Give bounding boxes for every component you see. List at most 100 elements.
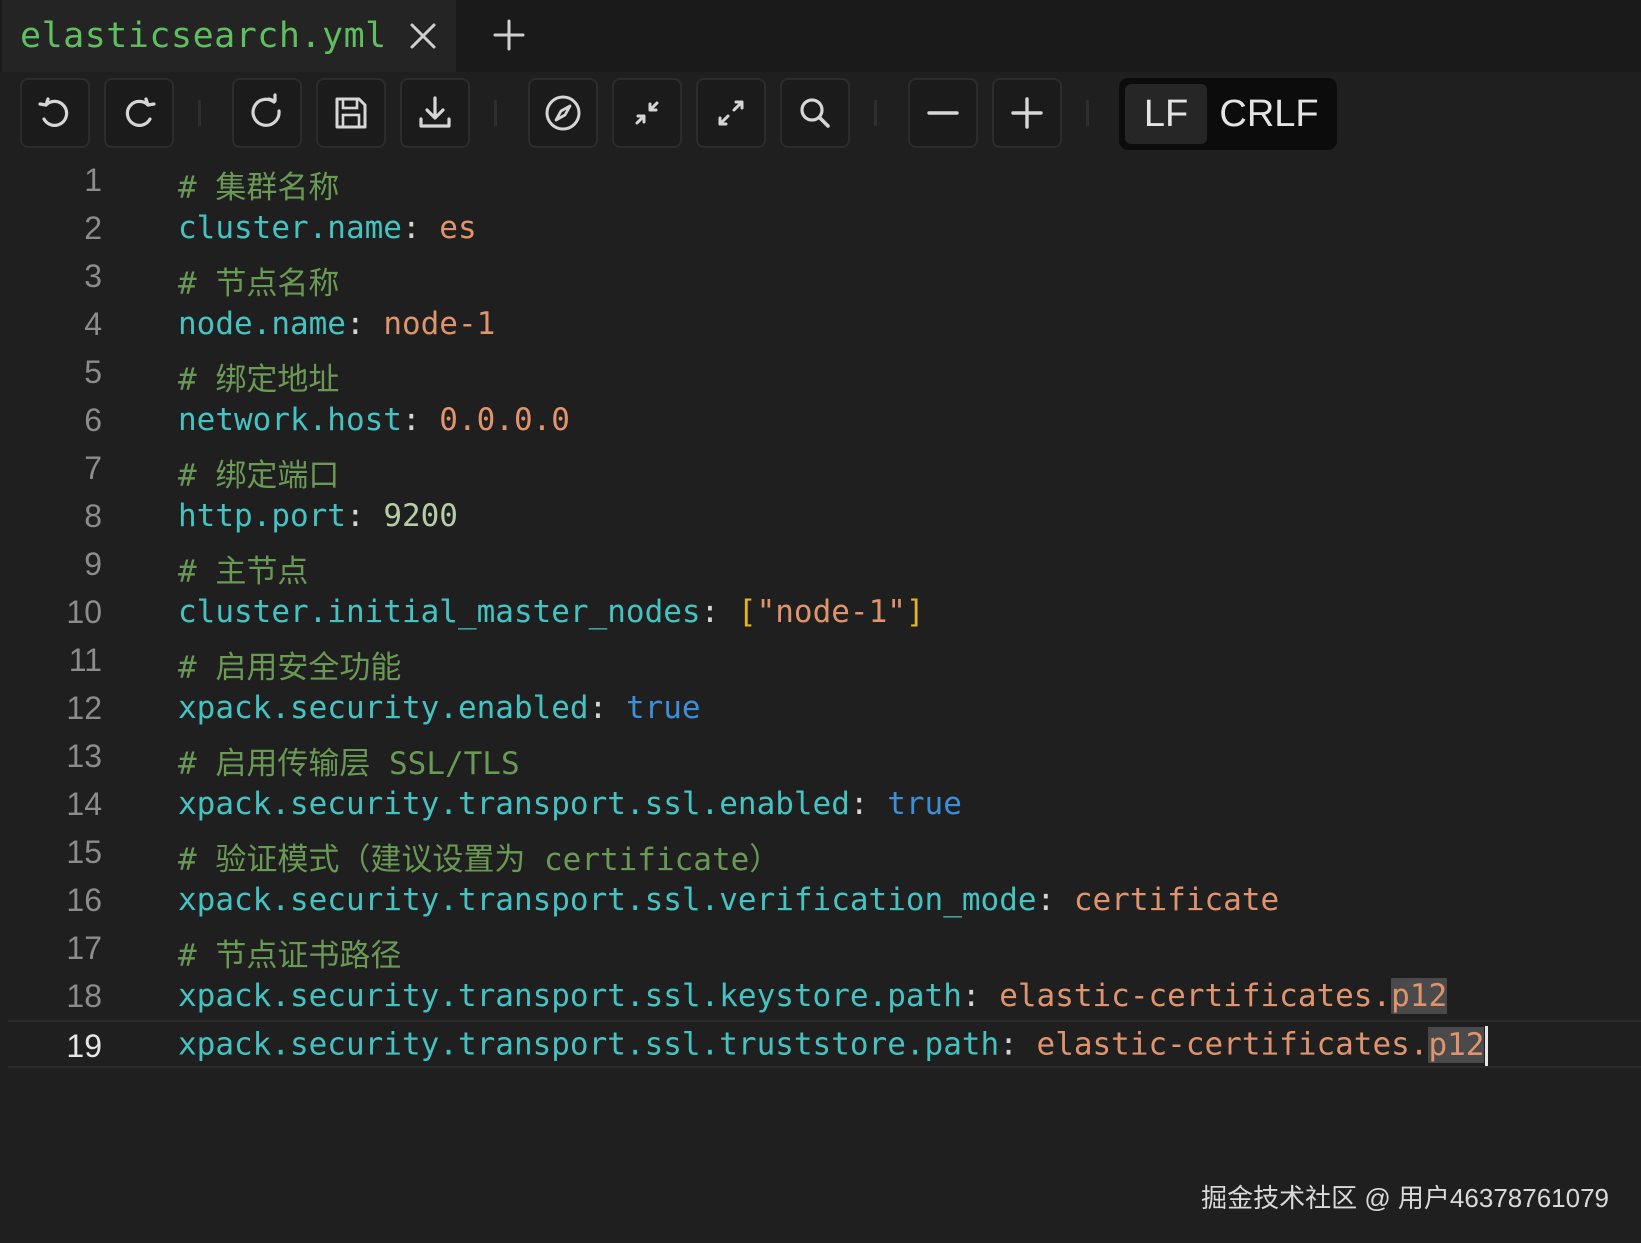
code-line[interactable]: 13 # 启用传输层 SSL/TLS	[0, 732, 1641, 783]
line-number: 13	[66, 738, 102, 774]
collapse-button[interactable]	[612, 78, 682, 148]
line-number: 7	[84, 450, 102, 486]
code-line[interactable]: 2 cluster.name: es	[0, 204, 1641, 252]
code-line[interactable]: 6 network.host: 0.0.0.0	[0, 396, 1641, 444]
yaml-value: 0.0.0.0	[439, 402, 570, 438]
code-line[interactable]: 1 # 集群名称	[0, 156, 1641, 206]
yaml-separator: :	[401, 402, 440, 438]
code-text: cluster.name: es	[178, 210, 477, 246]
save-button[interactable]	[316, 78, 386, 148]
reload-icon	[251, 93, 281, 127]
yaml-key: xpack.security.transport.ssl.truststore.…	[178, 1026, 1000, 1063]
code-line[interactable]: 15 # 验证模式（建议设置为 certificate）	[0, 828, 1641, 878]
yaml-key: xpack.security.transport.ssl.verificatio…	[178, 882, 1037, 918]
yaml-comment: # 启用安全功能	[178, 650, 402, 686]
navigate-button[interactable]	[528, 78, 598, 148]
file-tab-title[interactable]: elasticsearch.yml	[20, 16, 387, 56]
code-line[interactable]: 10 cluster.initial_master_nodes: ["node-1…	[0, 588, 1641, 636]
line-number: 1	[84, 162, 102, 198]
toolbar: LF CRLF	[0, 72, 1641, 154]
redo-button[interactable]	[104, 78, 174, 148]
line-number: 3	[84, 258, 102, 294]
minus-icon	[927, 111, 959, 115]
code-text: xpack.security.transport.ssl.enabled: tr…	[178, 786, 962, 822]
yaml-value: elastic-certificates.	[999, 978, 1392, 1014]
code-editor[interactable]: 1 # 集群名称 2 cluster.name: es 3 # 节点名称 4 node.nam…	[0, 156, 1641, 1076]
code-line[interactable]: 3 # 节点名称	[0, 252, 1641, 302]
line-number: 19	[66, 1028, 102, 1064]
code-text: network.host: 0.0.0.0	[178, 402, 570, 438]
code-line[interactable]: 14 xpack.security.transport.ssl.enabled: …	[0, 780, 1641, 828]
code-line[interactable]: 17 # 节点证书路径	[0, 924, 1641, 975]
plus-icon	[493, 19, 525, 51]
code-line[interactable]: 18 xpack.security.transport.ssl.keystore.…	[0, 972, 1641, 1020]
line-number: 10	[66, 594, 102, 630]
yaml-value: true	[887, 786, 962, 822]
code-text: http.port: 9200	[178, 498, 458, 534]
code-text: # 启用传输层 SSL/TLS	[178, 738, 520, 783]
tab-bar: elasticsearch.yml	[0, 0, 1641, 72]
yaml-value-highlight: p12	[1391, 978, 1448, 1014]
code-text: # 绑定端口	[178, 450, 339, 495]
line-number: 17	[66, 930, 102, 966]
yaml-bracket: ]	[905, 594, 925, 630]
code-text: xpack.security.transport.ssl.truststore.…	[178, 1026, 1489, 1066]
code-text: # 节点证书路径	[178, 930, 401, 975]
yaml-comment: # 节点证书路径	[178, 938, 402, 974]
yaml-value: certificate	[1073, 882, 1280, 918]
line-ending-crlf[interactable]: CRLF	[1207, 84, 1331, 144]
code-line[interactable]: 7 # 绑定端口	[0, 444, 1641, 495]
compass-icon	[545, 95, 581, 131]
collapse-arrows-icon	[635, 101, 659, 125]
yaml-comment: # 验证模式（建议设置为 certificate）	[178, 842, 781, 878]
yaml-separator: :	[345, 306, 384, 342]
save-icon	[335, 97, 367, 129]
search-button[interactable]	[780, 78, 850, 148]
expand-button[interactable]	[696, 78, 766, 148]
yaml-comment: # 集群名称	[178, 170, 340, 206]
yaml-value: 9200	[383, 498, 458, 534]
yaml-value: es	[439, 210, 477, 246]
new-tab-button[interactable]	[488, 14, 530, 56]
code-line[interactable]: 11 # 启用安全功能	[0, 636, 1641, 686]
yaml-comment: # 绑定端口	[178, 458, 340, 494]
yaml-comment: # 主节点	[178, 554, 309, 590]
code-text: node.name: node-1	[178, 306, 495, 342]
yaml-key: xpack.security.transport.ssl.enabled	[178, 786, 850, 822]
line-ending-lf[interactable]: LF	[1125, 84, 1207, 144]
current-code-line[interactable]: 19 xpack.security.transport.ssl.truststor…	[8, 1020, 1641, 1068]
search-icon	[800, 98, 830, 128]
file-tab[interactable]: elasticsearch.yml	[2, 0, 456, 72]
code-line[interactable]: 5 # 绑定地址	[0, 348, 1641, 398]
reload-button[interactable]	[232, 78, 302, 148]
line-number: 2	[84, 210, 102, 246]
code-line[interactable]: 9 # 主节点	[0, 540, 1641, 591]
zoom-out-button[interactable]	[908, 78, 978, 148]
code-text: cluster.initial_master_nodes: ["node-1"]	[178, 594, 925, 630]
yaml-separator: :	[345, 498, 384, 534]
download-button[interactable]	[400, 78, 470, 148]
code-line[interactable]: 12 xpack.security.enabled: true	[0, 684, 1641, 732]
yaml-comment: # 节点名称	[178, 266, 340, 302]
yaml-value: "node-1"	[756, 594, 906, 630]
line-number: 9	[84, 546, 102, 582]
yaml-value: elastic-certificates.	[1036, 1026, 1429, 1063]
code-line[interactable]: 8 http.port: 9200	[0, 492, 1641, 540]
code-text: # 主节点	[178, 546, 308, 591]
watermark: 掘金技术社区 @ 用户46378761079	[1201, 1183, 1609, 1213]
line-number: 6	[84, 402, 102, 438]
code-line[interactable]: 4 node.name: node-1	[0, 300, 1641, 348]
code-line[interactable]: 16 xpack.security.transport.ssl.verificat…	[0, 876, 1641, 924]
expand-arrows-icon	[718, 100, 744, 126]
line-ending-toggle: LF CRLF	[1119, 78, 1337, 150]
line-number: 8	[84, 498, 102, 534]
close-icon[interactable]	[405, 18, 441, 54]
line-number: 4	[84, 306, 102, 342]
undo-button[interactable]	[20, 78, 90, 148]
yaml-bracket: [	[737, 594, 757, 630]
yaml-separator: :	[849, 786, 888, 822]
code-text: xpack.security.transport.ssl.verificatio…	[178, 882, 1279, 918]
line-number: 16	[66, 882, 102, 918]
yaml-comment: # 启用传输层 SSL/TLS	[178, 746, 520, 782]
zoom-in-button[interactable]	[992, 78, 1062, 148]
